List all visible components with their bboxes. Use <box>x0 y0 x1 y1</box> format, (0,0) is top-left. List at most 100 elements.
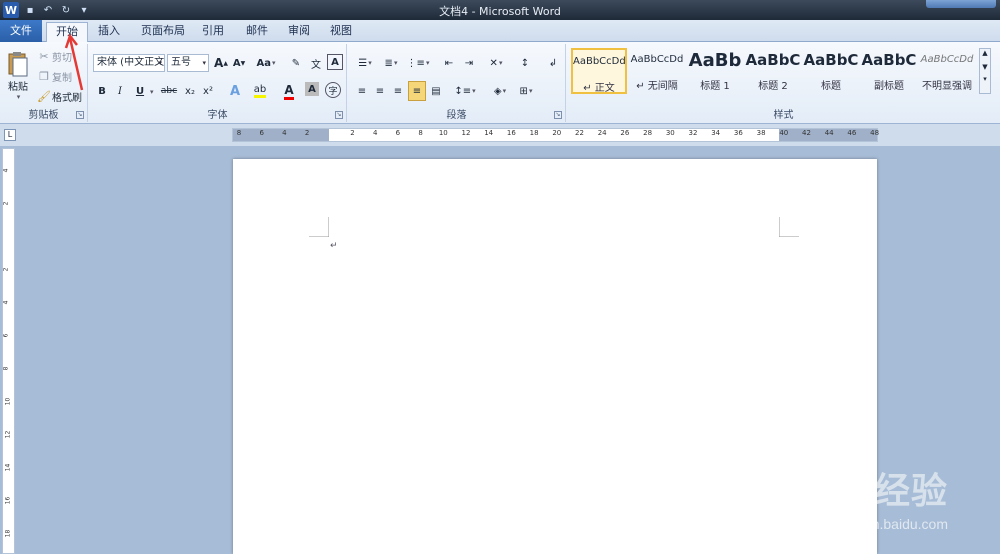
italic-button[interactable]: I <box>113 82 127 100</box>
paragraph-group-label: 段落 <box>446 110 467 121</box>
shading-icon[interactable]: ◈ ▾ <box>488 82 512 100</box>
dialog-launcher-icon[interactable]: ↘ <box>554 111 562 119</box>
chevron-down-icon: ▾ <box>202 59 206 67</box>
strikethrough-button[interactable]: abc <box>159 82 179 100</box>
style-sample: AaBb <box>688 50 742 71</box>
style-name: 标题 2 <box>758 81 788 92</box>
change-case-label: Aa <box>256 57 271 69</box>
more-styles-icon[interactable]: ▾ <box>980 75 990 83</box>
styles-group-label: 样式 <box>773 110 794 121</box>
chinese-layout-icon[interactable]: ✕ ▾ <box>484 54 508 72</box>
change-case-button[interactable]: Aa ▾ <box>255 54 277 72</box>
numbering-icon[interactable]: ≣ ▾ <box>380 54 402 72</box>
phonetic-guide-icon[interactable]: 文 <box>307 54 325 72</box>
justify-icon[interactable]: ≡ <box>408 81 426 101</box>
underline-button[interactable]: U <box>133 82 147 100</box>
ruler-tick: 44 <box>824 129 834 137</box>
highlight-icon[interactable]: ab <box>249 82 271 100</box>
ruler-tick: 28 <box>643 129 653 137</box>
clear-format-icon[interactable]: ✎ <box>287 54 305 72</box>
paintbrush-icon: 🖌 <box>37 89 51 103</box>
dialog-launcher-icon[interactable]: ↘ <box>76 111 84 119</box>
font-name-combo[interactable]: 宋体 (中文正文) ▾ <box>93 54 165 72</box>
style-name: 标题 <box>821 81 841 92</box>
chevron-down-icon[interactable]: ▼ <box>980 63 990 71</box>
style-tile-heading-1[interactable]: AaBb 标题 1 <box>687 48 743 94</box>
font-group: 宋体 (中文正文) ▾ 五号 ▾ A ▲ A ▼ Aa ▾ ✎ 文 A B I U ▾ a… <box>89 44 347 122</box>
ruler-tick: 26 <box>620 129 630 137</box>
horizontal-ruler[interactable]: 8 6 4 2 2 4 6 8 10 12 14 16 18 20 22 24 26 28 30 32 34 36 38 40… <box>232 128 880 142</box>
style-tile-no-spacing[interactable]: AaBbCcDd ↵ 无间隔 <box>629 48 685 94</box>
shrink-font-button[interactable]: A ▼ <box>231 54 247 72</box>
paragraph-mark: ↵ <box>330 241 338 251</box>
window-controls[interactable] <box>926 0 996 8</box>
style-name: 不明显强调 <box>922 81 972 92</box>
style-tile-normal[interactable]: AaBbCcDd ↵ 正文 <box>571 48 627 94</box>
subscript-button[interactable]: x₂ <box>183 82 197 100</box>
decrease-indent-icon[interactable]: ⇤ <box>440 54 458 72</box>
ruler-tick: 6 <box>395 129 401 137</box>
ruler-tick: 4 <box>372 129 378 137</box>
align-left-icon[interactable]: ≡ <box>354 82 370 100</box>
styles-scroll[interactable]: ▲ ▼ ▾ <box>979 48 991 94</box>
char-border-icon[interactable]: A <box>327 54 343 70</box>
font-size-combo[interactable]: 五号 ▾ <box>167 54 209 72</box>
tab-references[interactable]: 引用 <box>196 22 230 42</box>
baidu-watermark: Baidu经验 jingyan.baidu.com <box>768 442 948 532</box>
distributed-icon[interactable]: ▤ <box>428 82 444 100</box>
tab-selector-button[interactable]: L <box>4 129 16 141</box>
tab-view[interactable]: 视图 <box>324 22 358 42</box>
borders-icon[interactable]: ⊞ ▾ <box>514 82 538 100</box>
ruler-tick: 24 <box>597 129 607 137</box>
char-shading-icon[interactable]: A <box>305 82 319 96</box>
style-tile-title[interactable]: AaBbC 标题 <box>803 48 859 94</box>
bold-button[interactable]: B <box>95 82 109 100</box>
chevron-down-icon[interactable]: ▾ <box>150 88 154 96</box>
dialog-launcher-icon[interactable]: ↘ <box>335 111 343 119</box>
ruler-tick: 18 <box>529 129 539 137</box>
ruler-tick: 16 <box>4 496 12 505</box>
ruler-area: L 8 6 4 2 2 4 6 8 10 12 14 16 18 20 22 24 26 28 30 32 34 36 38… <box>0 124 1000 146</box>
font-color-icon[interactable]: A <box>279 82 299 100</box>
tab-mailings[interactable]: 邮件 <box>240 22 274 42</box>
superscript-button[interactable]: x² <box>201 82 215 100</box>
ruler-tick: 48 <box>870 129 880 137</box>
style-tile-subtitle[interactable]: AaBbC 副标题 <box>861 48 917 94</box>
tab-review[interactable]: 审阅 <box>282 22 316 42</box>
line-spacing-icon[interactable]: ↕≡ ▾ <box>452 82 478 100</box>
ruler-tick: 20 <box>552 129 562 137</box>
ruler-tick: 36 <box>733 129 743 137</box>
vertical-ruler[interactable]: 4 2 2 4 6 8 10 12 14 16 18 <box>2 148 15 554</box>
chevron-up-icon[interactable]: ▲ <box>980 49 990 57</box>
ruler-tick: 12 <box>461 129 471 137</box>
sort-icon[interactable]: ↕ <box>516 54 534 72</box>
ruler-tick: 38 <box>756 129 766 137</box>
ruler-tick: 10 <box>438 129 448 137</box>
style-sample: AaBbCcDd <box>573 56 625 67</box>
ruler-tick: 14 <box>484 129 494 137</box>
style-sample: AaBbCcDd <box>630 54 684 65</box>
styles-group: AaBbCcDd ↵ 正文 AaBbCcDd ↵ 无间隔 AaBb 标题 1 A… <box>567 44 1000 122</box>
tab-page-layout[interactable]: 页面布局 <box>136 22 190 42</box>
align-right-icon[interactable]: ≡ <box>390 82 406 100</box>
enclose-char-icon[interactable]: 字 <box>325 82 341 98</box>
ruler-tick: 4 <box>2 300 10 305</box>
ribbon: 粘贴 ▾ ✂ 剪切 ❐ 复制 🖌 格式刷 剪贴板 ↘ 宋体 (中文正文) ▾ 五号 ▾ A… <box>0 42 1000 124</box>
watermark-main: Baidu经验 <box>768 470 948 511</box>
show-marks-icon[interactable]: ↲ <box>544 54 562 72</box>
multilevel-list-icon[interactable]: ⋮≡ ▾ <box>406 54 430 72</box>
grow-font-button[interactable]: A ▲ <box>213 54 229 72</box>
style-tile-subtle-emphasis[interactable]: AaBbCcDd 不明显强调 <box>919 48 975 94</box>
ruler-tick: 46 <box>847 129 857 137</box>
bullets-icon[interactable]: ☰ ▾ <box>354 54 376 72</box>
chevron-down-icon: ▾ <box>271 59 276 67</box>
text-effects-icon[interactable]: A <box>225 82 245 100</box>
paste-button[interactable]: 粘贴 ▾ <box>4 46 32 104</box>
increase-indent-icon[interactable]: ⇥ <box>460 54 478 72</box>
tab-insert[interactable]: 插入 <box>92 22 126 42</box>
style-tile-heading-2[interactable]: AaBbC 标题 2 <box>745 48 801 94</box>
align-center-icon[interactable]: ≡ <box>372 82 388 100</box>
ruler-tick: 14 <box>4 463 12 472</box>
paragraph-group: ☰ ▾ ≣ ▾ ⋮≡ ▾ ⇤ ⇥ ✕ ▾ ↕ ↲ ≡ ≡ ≡ ≡ ▤ ↕≡ ▾ ◈ ▾ ⊞ ▾… <box>348 44 566 122</box>
tab-file[interactable]: 文件 <box>0 20 42 42</box>
